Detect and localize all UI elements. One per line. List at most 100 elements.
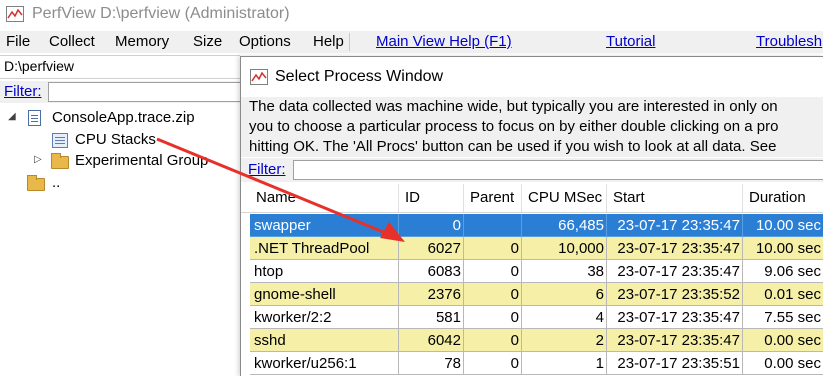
cell-cpu-msec: 4 xyxy=(522,306,607,329)
cell-start: 23-07-17 23:35:47 xyxy=(607,306,743,329)
cell-cpu-msec: 6 xyxy=(522,283,607,306)
column-header-id[interactable]: ID xyxy=(399,184,464,212)
tree-item-label: Experimental Group xyxy=(75,152,209,169)
folder-icon xyxy=(27,175,45,191)
cell-start: 23-07-17 23:35:47 xyxy=(607,329,743,352)
column-header-name[interactable]: Name xyxy=(250,184,399,212)
description-line: you to choose a particular process to fo… xyxy=(249,118,779,135)
document-icon xyxy=(28,110,41,126)
column-header-cpu-msec[interactable]: CPU MSec xyxy=(522,184,607,212)
cell-id: 6027 xyxy=(399,237,464,260)
cell-id: 6083 xyxy=(399,260,464,283)
table-row[interactable]: kworker/2:2 581 0 4 23-07-17 23:35:47 7.55 se… xyxy=(241,306,823,329)
tree-item-trace-file[interactable]: ◢ ConsoleApp.trace.zip xyxy=(0,108,240,128)
cell-name: sshd xyxy=(250,329,399,352)
cell-parent: 0 xyxy=(464,306,522,329)
cell-name: htop xyxy=(250,260,399,283)
cell-parent: 0 xyxy=(464,329,522,352)
cell-cpu-msec: 10,000 xyxy=(522,237,607,260)
table-row[interactable]: .NET ThreadPool 6027 0 10,000 23-07-17 23:35… xyxy=(241,237,823,260)
cell-parent: 0 xyxy=(464,352,522,375)
column-header-parent[interactable]: Parent xyxy=(464,184,522,212)
description-line: hitting OK. The 'All Procs' button can b… xyxy=(249,138,777,155)
perfview-app-icon xyxy=(250,69,268,85)
cell-id: 2376 xyxy=(399,283,464,306)
folder-icon xyxy=(51,153,69,169)
column-header-start[interactable]: Start xyxy=(607,184,743,212)
menu-help[interactable]: Help xyxy=(313,33,344,50)
directory-path-box[interactable]: D:\perfview xyxy=(0,55,240,79)
menu-collect[interactable]: Collect xyxy=(49,33,95,50)
collapse-arrow-icon[interactable]: ◢ xyxy=(8,111,16,122)
table-header: Name ID Parent CPU MSec Start Duration xyxy=(241,184,823,213)
tree-item-label: .. xyxy=(52,174,61,191)
stack-view-icon xyxy=(52,133,68,148)
cell-start: 23-07-17 23:35:47 xyxy=(607,214,743,237)
directory-path: D:\perfview xyxy=(4,58,75,74)
tree-filter-label[interactable]: Filter: xyxy=(4,83,42,100)
menu-file[interactable]: File xyxy=(6,33,30,50)
main-view-help-link[interactable]: Main View Help (F1) xyxy=(376,33,512,50)
cell-duration: 0.00 sec xyxy=(743,352,823,375)
cell-cpu-msec: 2 xyxy=(522,329,607,352)
menu-size[interactable]: Size xyxy=(193,33,222,50)
cell-duration: 0.00 sec xyxy=(743,329,823,352)
menu-memory[interactable]: Memory xyxy=(115,33,169,50)
cell-id: 78 xyxy=(399,352,464,375)
process-table: Name ID Parent CPU MSec Start Duration s… xyxy=(241,184,823,376)
menu-bar: File Collect Memory Size Options Help Ma… xyxy=(0,31,823,53)
tree-item-cpu-stacks[interactable]: CPU Stacks xyxy=(0,130,240,150)
process-filter-label[interactable]: Filter: xyxy=(248,161,286,178)
process-filter-row: Filter: xyxy=(241,158,823,182)
dialog-description: The data collected was machine wide, but… xyxy=(241,97,823,157)
tree-item-label: CPU Stacks xyxy=(75,131,156,148)
tree-item-experimental-group[interactable]: ▷ Experimental Group xyxy=(0,151,240,171)
table-row[interactable]: kworker/u256:1 78 0 1 23-07-17 23:35:51 0.00 … xyxy=(241,352,823,375)
cell-duration: 9.06 sec xyxy=(743,260,823,283)
tree-filter-input[interactable] xyxy=(48,82,241,102)
cell-start: 23-07-17 23:35:47 xyxy=(607,260,743,283)
select-process-dialog: Select Process Window The data collected… xyxy=(240,56,823,376)
dialog-title-bar: Select Process Window xyxy=(241,57,823,97)
cell-name: .NET ThreadPool xyxy=(250,237,399,260)
menu-options[interactable]: Options xyxy=(239,33,291,50)
table-row[interactable]: sshd 6042 0 2 23-07-17 23:35:47 0.00 sec xyxy=(241,329,823,352)
perfview-app-icon xyxy=(6,6,24,22)
cell-start: 23-07-17 23:35:51 xyxy=(607,352,743,375)
cell-start: 23-07-17 23:35:47 xyxy=(607,237,743,260)
troubleshooting-link[interactable]: Troublesh xyxy=(756,33,822,50)
cell-cpu-msec: 66,485 xyxy=(522,214,607,237)
file-tree: ◢ ConsoleApp.trace.zip CPU Stacks ▷ Expe… xyxy=(0,104,240,375)
window-title: PerfView D:\perfview (Administrator) xyxy=(32,5,290,22)
cell-name: kworker/u256:1 xyxy=(250,352,399,375)
cell-name: gnome-shell xyxy=(250,283,399,306)
table-row[interactable]: htop 6083 0 38 23-07-17 23:35:47 9.06 sec xyxy=(241,260,823,283)
tree-item-parent-directory[interactable]: .. xyxy=(0,173,240,193)
menu-separator xyxy=(349,33,350,51)
cell-duration: 7.55 sec xyxy=(743,306,823,329)
description-line: The data collected was machine wide, but… xyxy=(249,98,778,115)
tree-item-label: ConsoleApp.trace.zip xyxy=(52,109,195,126)
main-title-bar: PerfView D:\perfview (Administrator) xyxy=(0,0,823,30)
cell-id: 581 xyxy=(399,306,464,329)
cell-parent: 0 xyxy=(464,260,522,283)
cell-name: kworker/2:2 xyxy=(250,306,399,329)
cell-parent xyxy=(464,214,522,237)
tree-filter-row: Filter: xyxy=(0,81,241,103)
cell-cpu-msec: 38 xyxy=(522,260,607,283)
cell-start: 23-07-17 23:35:52 xyxy=(607,283,743,306)
expand-arrow-icon[interactable]: ▷ xyxy=(34,154,42,165)
process-filter-input[interactable] xyxy=(293,160,823,180)
cell-id: 6042 xyxy=(399,329,464,352)
table-row[interactable]: swapper 0 66,485 23-07-17 23:35:47 10.00 sec xyxy=(241,214,823,237)
cell-parent: 0 xyxy=(464,237,522,260)
cell-duration: 0.01 sec xyxy=(743,283,823,306)
cell-id: 0 xyxy=(399,214,464,237)
tutorial-link[interactable]: Tutorial xyxy=(606,33,655,50)
column-header-duration[interactable]: Duration xyxy=(743,184,823,212)
cell-parent: 0 xyxy=(464,283,522,306)
table-row[interactable]: gnome-shell 2376 0 6 23-07-17 23:35:52 0.01 s… xyxy=(241,283,823,306)
cell-cpu-msec: 1 xyxy=(522,352,607,375)
cell-duration: 10.00 sec xyxy=(743,237,823,260)
dialog-title: Select Process Window xyxy=(275,68,444,85)
